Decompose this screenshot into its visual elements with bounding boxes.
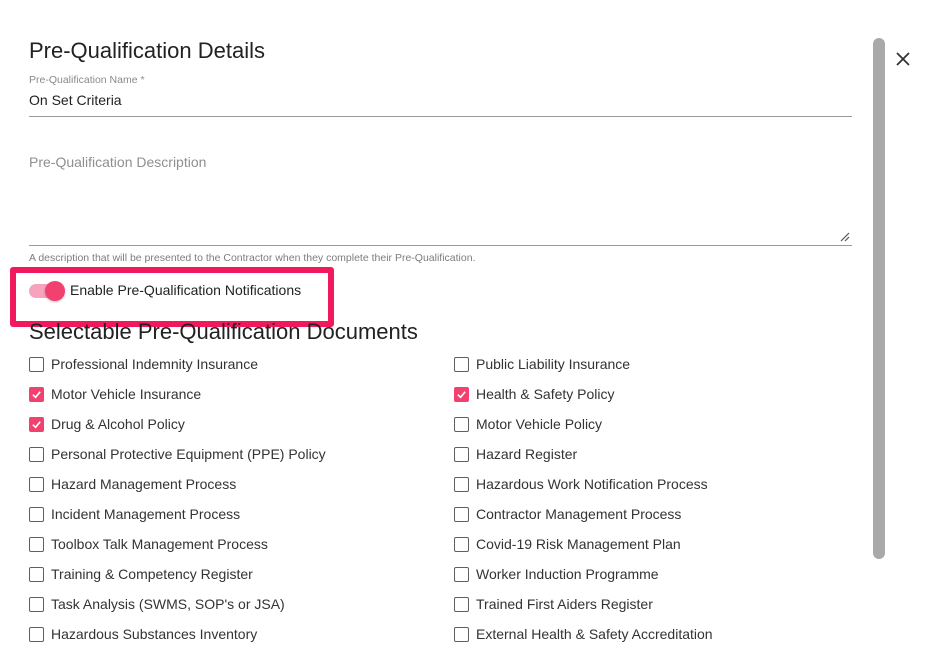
doc-label: Professional Indemnity Insurance [51, 356, 258, 372]
doc-label: Public Liability Insurance [476, 356, 631, 372]
doc-checkbox-item[interactable]: Public Liability Insurance [454, 354, 630, 374]
dialog-title: Pre-Qualification Details [29, 38, 265, 63]
doc-checkbox-item[interactable]: Drug & Alcohol Policy [29, 414, 185, 434]
doc-label: Contractor Management Process [476, 506, 682, 522]
doc-label: Hazardous Work Notification Process [476, 476, 708, 492]
checkbox[interactable] [29, 416, 44, 432]
checkbox[interactable] [454, 476, 469, 492]
doc-checkbox-item[interactable]: Motor Vehicle Insurance [29, 384, 201, 404]
doc-label: Task Analysis (SWMS, SOP's or JSA) [51, 596, 285, 612]
doc-checkbox-item[interactable]: Covid-19 Risk Management Plan [454, 534, 681, 554]
doc-checkbox-item[interactable]: External Health & Safety Accreditation [454, 624, 713, 644]
checkbox[interactable] [29, 476, 44, 492]
doc-checkbox-item[interactable]: Hazardous Work Notification Process [454, 474, 708, 494]
doc-label: Motor Vehicle Policy [476, 416, 603, 432]
description-helper-text: A description that will be presented to … [29, 252, 476, 264]
doc-label: Hazard Register [476, 446, 578, 462]
doc-label: Hazardous Substances Inventory [51, 626, 258, 642]
doc-label: Worker Induction Programme [476, 566, 659, 582]
doc-label: Health & Safety Policy [476, 386, 615, 402]
documents-section-title: Selectable Pre-Qualification Documents [29, 319, 418, 344]
checkbox[interactable] [454, 356, 469, 372]
close-button[interactable] [892, 48, 914, 70]
checkmark-icon [32, 390, 41, 398]
pre-qualification-dialog: Pre-Qualification Details Pre-Qualificat… [0, 0, 927, 663]
checkbox[interactable] [454, 416, 469, 432]
doc-checkbox-item[interactable]: Hazardous Substances Inventory [29, 624, 257, 644]
doc-label: Drug & Alcohol Policy [51, 416, 185, 432]
doc-checkbox-item[interactable]: Contractor Management Process [454, 504, 681, 524]
doc-label: External Health & Safety Accreditation [476, 626, 713, 642]
doc-label: Covid-19 Risk Management Plan [476, 536, 681, 552]
checkbox[interactable] [454, 626, 469, 642]
name-field-underline [29, 116, 852, 117]
checkbox[interactable] [29, 446, 44, 462]
doc-checkbox-item[interactable]: Hazard Management Process [29, 474, 236, 494]
checkmark-icon [32, 420, 41, 428]
doc-checkbox-item[interactable]: Hazard Register [454, 444, 577, 464]
checkbox[interactable] [454, 536, 469, 552]
name-field-label: Pre-Qualification Name * [29, 74, 145, 86]
checkbox[interactable] [29, 356, 44, 372]
checkbox[interactable] [454, 446, 469, 462]
doc-checkbox-item[interactable]: Task Analysis (SWMS, SOP's or JSA) [29, 594, 285, 614]
checkbox[interactable] [29, 596, 44, 612]
checkbox[interactable] [454, 386, 469, 402]
doc-checkbox-item[interactable]: Personal Protective Equipment (PPE) Poli… [29, 444, 326, 464]
doc-checkbox-item[interactable]: Trained First Aiders Register [454, 594, 653, 614]
checkbox[interactable] [29, 536, 44, 552]
toggle-thumb [45, 281, 65, 301]
checkbox[interactable] [29, 506, 44, 522]
notifications-toggle-label: Enable Pre-Qualification Notifications [70, 282, 302, 298]
doc-checkbox-item[interactable]: Health & Safety Policy [454, 384, 615, 404]
checkbox[interactable] [454, 596, 469, 612]
doc-label: Incident Management Process [51, 506, 241, 522]
doc-checkbox-item[interactable]: Motor Vehicle Policy [454, 414, 602, 434]
doc-checkbox-item[interactable]: Professional Indemnity Insurance [29, 354, 258, 374]
checkbox[interactable] [29, 566, 44, 582]
checkbox[interactable] [454, 566, 469, 582]
resize-handle-icon[interactable] [838, 229, 850, 242]
notifications-toggle[interactable] [29, 281, 65, 301]
checkbox[interactable] [29, 626, 44, 642]
name-field[interactable]: On Set Criteria [29, 92, 122, 108]
doc-checkbox-item[interactable]: Incident Management Process [29, 504, 240, 524]
checkbox[interactable] [454, 506, 469, 522]
doc-label: Hazard Management Process [51, 476, 237, 492]
checkmark-icon [457, 390, 466, 398]
doc-label: Training & Competency Register [51, 566, 253, 582]
doc-checkbox-item[interactable]: Toolbox Talk Management Process [29, 534, 268, 554]
doc-label: Toolbox Talk Management Process [51, 536, 268, 552]
close-icon [896, 52, 910, 66]
description-field-underline [29, 245, 852, 246]
doc-label: Trained First Aiders Register [476, 596, 653, 612]
scrollbar[interactable] [873, 38, 885, 559]
doc-checkbox-item[interactable]: Training & Competency Register [29, 564, 253, 584]
doc-checkbox-item[interactable]: Worker Induction Programme [454, 564, 659, 584]
doc-label: Personal Protective Equipment (PPE) Poli… [51, 446, 326, 462]
doc-label: Motor Vehicle Insurance [51, 386, 202, 402]
checkbox[interactable] [29, 386, 44, 402]
description-field[interactable]: Pre-Qualification Description [29, 154, 206, 170]
